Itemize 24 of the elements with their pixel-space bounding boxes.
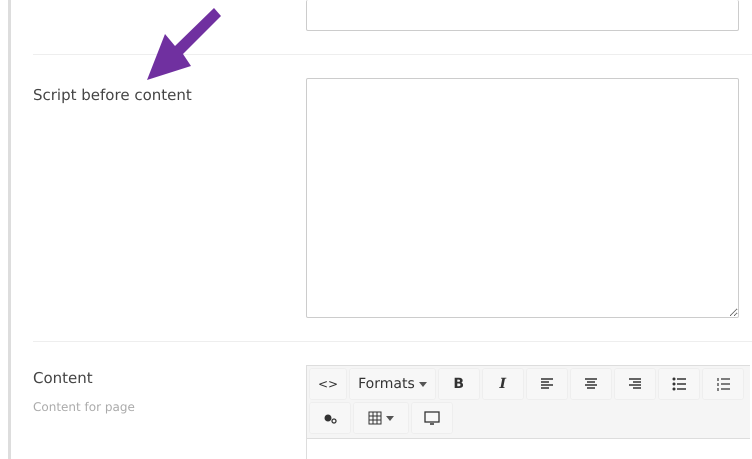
align-right-icon xyxy=(628,377,642,391)
bullet-list-icon xyxy=(672,377,686,391)
formats-dropdown[interactable]: Formats xyxy=(349,368,436,400)
italic-button[interactable]: I xyxy=(482,368,524,400)
monitor-button[interactable] xyxy=(411,402,453,434)
align-right-button[interactable] xyxy=(614,368,656,400)
table-icon xyxy=(368,411,382,425)
source-code-button[interactable]: <> xyxy=(309,368,348,400)
align-left-icon xyxy=(540,377,554,391)
bold-button[interactable]: B xyxy=(438,368,480,400)
table-button[interactable] xyxy=(353,402,409,434)
caret-icon xyxy=(418,382,427,386)
monitor-icon xyxy=(424,411,440,425)
field-label: Content xyxy=(33,368,94,389)
align-left-button[interactable] xyxy=(526,368,568,400)
field-hint: Content for page xyxy=(33,398,136,416)
align-center-button[interactable] xyxy=(570,368,612,400)
rich-text-editor[interactable]: <> Formats B I xyxy=(306,365,750,459)
numbered-list-icon xyxy=(716,377,730,391)
field-label: Script before content xyxy=(33,85,193,106)
numbers-button[interactable] xyxy=(702,368,744,400)
align-center-icon xyxy=(584,377,598,391)
caret-icon xyxy=(386,416,394,420)
bullets-button[interactable] xyxy=(658,368,700,400)
